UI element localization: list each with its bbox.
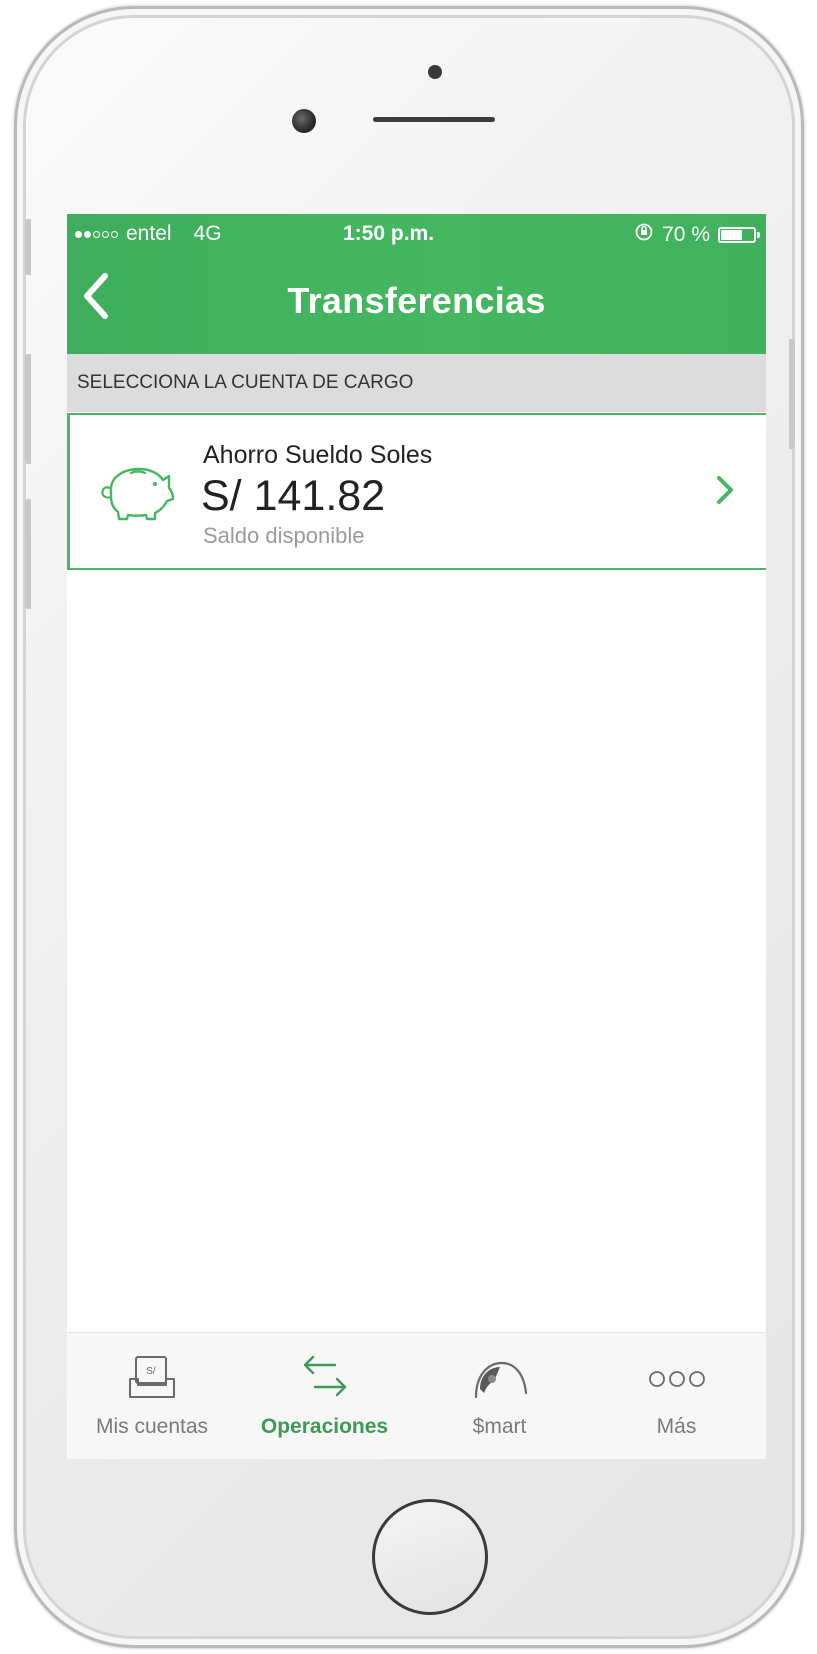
chevron-right-icon <box>717 476 733 504</box>
signal-dot <box>111 230 118 238</box>
section-header: SELECCIONA LA CUENTA DE CARGO <box>67 354 766 412</box>
navigation-bar: Transferencias <box>67 252 766 354</box>
tab-mas[interactable]: Más <box>587 1333 766 1459</box>
balance-caption: Saldo disponible <box>203 523 365 548</box>
signal-dot <box>93 230 100 238</box>
app-header: entel 4G 1:50 p.m. 70 % Transferencias <box>67 214 766 354</box>
network-type: 4G <box>193 222 222 245</box>
tab-label: $mart <box>472 1415 527 1438</box>
screen: entel 4G 1:50 p.m. 70 % Transferencias S… <box>67 214 766 1459</box>
battery-percent: 70 % <box>662 223 710 246</box>
piggy-bank-icon <box>101 467 175 521</box>
page-title: Transferencias <box>287 280 546 321</box>
more-dots-icon <box>587 1351 766 1407</box>
stage: entel 4G 1:50 p.m. 70 % Transferencias S… <box>0 0 817 1654</box>
proximity-sensor <box>428 65 442 79</box>
battery-icon <box>718 227 760 243</box>
tab-label: Mis cuentas <box>95 1415 209 1438</box>
earpiece-speaker <box>373 117 495 122</box>
accounts-icon: S/ <box>67 1351 237 1407</box>
status-right: 70 % <box>634 222 760 248</box>
status-bar: entel 4G 1:50 p.m. 70 % <box>67 214 766 252</box>
battery-fill <box>721 230 742 240</box>
gauge-icon <box>412 1351 587 1407</box>
svg-text:S/: S/ <box>146 1366 156 1377</box>
tab-operaciones[interactable]: Operaciones <box>237 1333 412 1459</box>
tab-label: Más <box>656 1415 697 1438</box>
home-button[interactable] <box>372 1499 488 1615</box>
tab-smart[interactable]: $mart <box>412 1333 587 1459</box>
transfer-arrows-icon <box>237 1351 412 1407</box>
signal-dot <box>75 230 82 238</box>
carrier-name: entel <box>126 222 172 245</box>
front-camera <box>292 109 316 133</box>
account-row[interactable]: Ahorro Sueldo Soles S/ 141.82 Saldo disp… <box>67 413 766 570</box>
tab-bar: S/ Mis cuentas Operaciones $mart Más <box>67 1332 766 1459</box>
rotation-lock-icon <box>634 222 654 248</box>
status-time: 1:50 p.m. <box>343 222 435 245</box>
mute-switch <box>25 219 31 275</box>
tab-label: Operaciones <box>260 1415 389 1438</box>
volume-up-button <box>25 354 31 464</box>
signal-strength-icon <box>75 230 118 238</box>
power-button <box>789 339 795 449</box>
account-balance: S/ 141.82 <box>201 472 386 520</box>
signal-dot <box>102 230 109 238</box>
carrier-info: entel 4G <box>75 222 222 246</box>
signal-dot <box>84 230 91 238</box>
volume-down-button <box>25 499 31 609</box>
account-name: Ahorro Sueldo Soles <box>203 441 433 469</box>
tab-mis-cuentas[interactable]: S/ Mis cuentas <box>67 1333 237 1459</box>
